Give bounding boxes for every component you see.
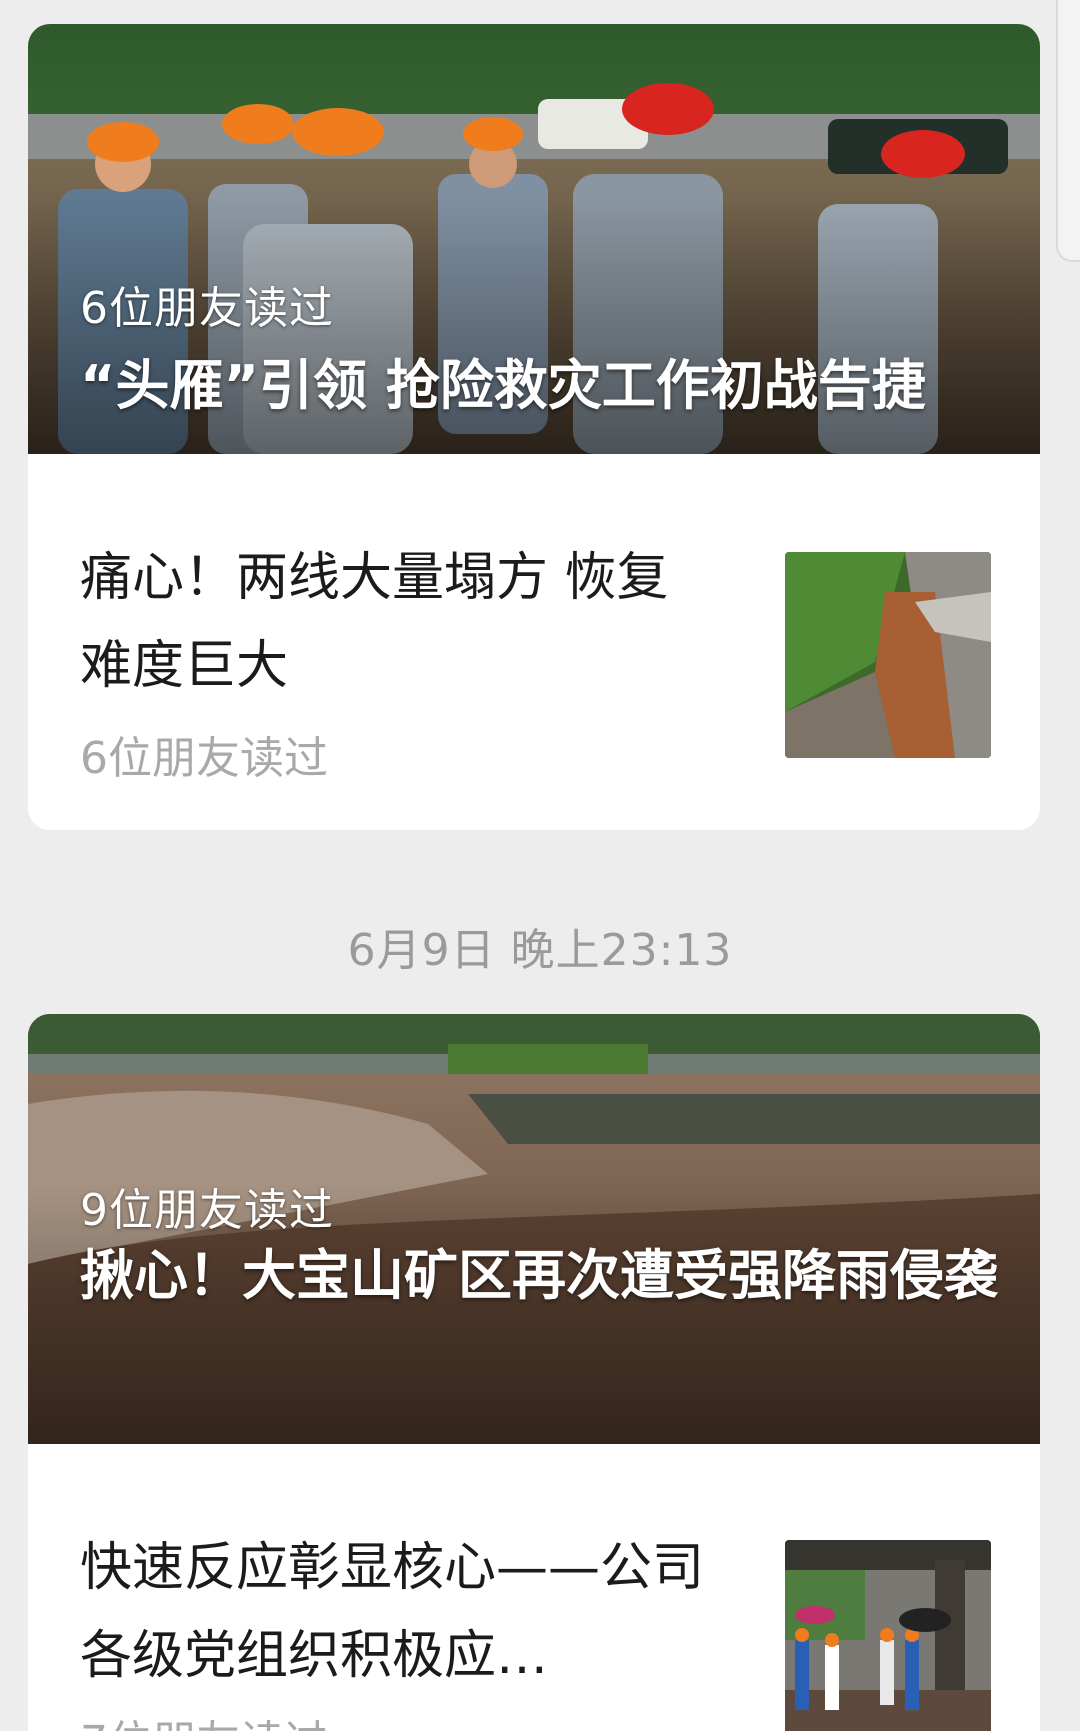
- article-title: 快速反应彰显核心——公司各级党组织积极应…: [80, 1538, 705, 1686]
- scrollbar[interactable]: [1056, 0, 1080, 262]
- article-title: 痛心！两线大量塌方 恢复难度巨大: [80, 548, 669, 696]
- chat-feed: 6位朋友读过 “头雁”引领 抢险救灾工作初战告捷 痛心！两线大量塌方 恢复难度巨…: [0, 0, 1080, 1731]
- list-article-1[interactable]: 痛心！两线大量塌方 恢复难度巨大 6位朋友读过: [28, 454, 1040, 830]
- article-readers-count: 7位朋友读过: [80, 1706, 328, 1731]
- message-timestamp: 6月9日 晚上23:13: [347, 925, 733, 976]
- article-card-group-2: 9位朋友读过 揪心！大宝山矿区再次遭受强降雨侵袭 快速反应彰显核心——公司各级党…: [28, 1014, 1040, 1731]
- rain-site-thumbnail: [785, 1540, 991, 1731]
- hero-article-1[interactable]: 6位朋友读过 “头雁”引领 抢险救灾工作初战告捷: [28, 24, 1040, 454]
- hero-headline: 揪心！大宝山矿区再次遭受强降雨侵袭: [80, 1244, 998, 1307]
- article-readers-count: 6位朋友读过: [80, 733, 328, 784]
- landslide-thumbnail: [785, 552, 991, 758]
- hero-headline: “头雁”引领 抢险救灾工作初战告捷: [80, 354, 926, 417]
- hero-readers-count: 9位朋友读过: [80, 1185, 334, 1236]
- hero-readers-count: 6位朋友读过: [80, 283, 334, 334]
- article-card-group-1: 6位朋友读过 “头雁”引领 抢险救灾工作初战告捷 痛心！两线大量塌方 恢复难度巨…: [28, 24, 1040, 830]
- hero-article-2[interactable]: 9位朋友读过 揪心！大宝山矿区再次遭受强降雨侵袭: [28, 1014, 1040, 1444]
- list-article-2[interactable]: 快速反应彰显核心——公司各级党组织积极应… 7位朋友读过: [28, 1444, 1040, 1731]
